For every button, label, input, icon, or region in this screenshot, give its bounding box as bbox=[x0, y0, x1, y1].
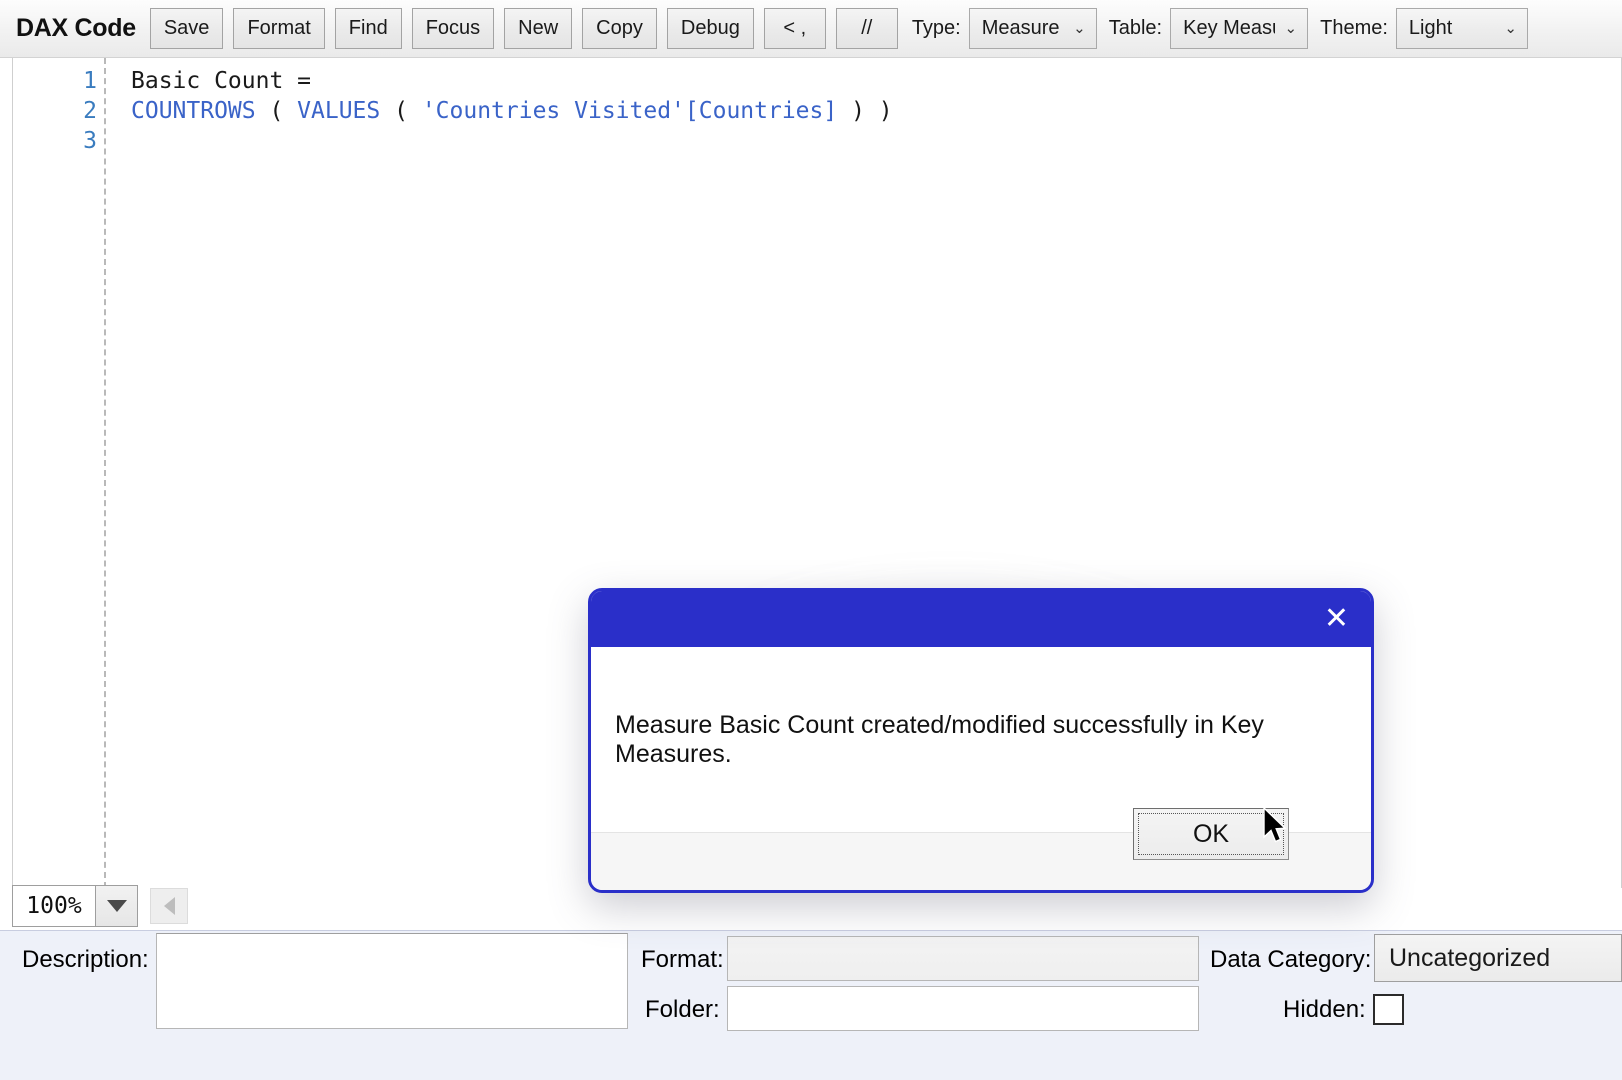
chevron-down-icon: ⌄ bbox=[1504, 20, 1517, 37]
app-title: DAX Code bbox=[16, 14, 136, 42]
type-dropdown[interactable]: Measure ⌄ bbox=[968, 8, 1097, 49]
ok-button-label: OK bbox=[1192, 819, 1230, 848]
theme-dropdown-value: Light bbox=[1408, 17, 1453, 39]
format-input[interactable] bbox=[727, 936, 1199, 981]
table-dropdown[interactable]: Key Measu ⌄ bbox=[1170, 8, 1309, 49]
data-category-dropdown[interactable]: Uncategorized bbox=[1374, 934, 1622, 982]
values-token: VALUES bbox=[297, 98, 381, 124]
ok-button[interactable]: OK bbox=[1133, 808, 1289, 860]
countrows-token: COUNTROWS bbox=[131, 98, 256, 124]
zoom-level-value[interactable]: 100% bbox=[12, 885, 96, 927]
paren-token: ( bbox=[380, 98, 422, 124]
zoom-bar: 100% bbox=[12, 885, 188, 927]
format-button[interactable]: Format bbox=[233, 8, 325, 49]
zoom-dropdown-button[interactable] bbox=[96, 885, 138, 927]
less-comma-button[interactable]: < , bbox=[763, 8, 826, 49]
focus-button[interactable]: Focus bbox=[411, 8, 495, 49]
measure-name-token: Basic Count bbox=[131, 68, 298, 94]
line-number: 3 bbox=[83, 128, 97, 154]
triangle-left-icon bbox=[163, 897, 175, 915]
hidden-label: Hidden: bbox=[1283, 996, 1366, 1023]
chevron-down-icon: ⌄ bbox=[1073, 20, 1086, 37]
paren-token: ( bbox=[255, 98, 298, 124]
save-button[interactable]: Save bbox=[149, 8, 224, 49]
folder-label: Folder: bbox=[645, 996, 720, 1023]
table-dropdown-value: Key Measu bbox=[1183, 17, 1275, 39]
line-number-gutter: 1 2 3 bbox=[13, 66, 97, 156]
code-line-1: Basic Count = bbox=[131, 66, 1617, 96]
gutter-divider bbox=[104, 58, 106, 888]
theme-label: Theme: bbox=[1320, 17, 1388, 39]
folder-input[interactable] bbox=[727, 986, 1199, 1031]
table-label: Table: bbox=[1108, 17, 1163, 39]
dax-editor-window: DAX Code Save Format Find Focus New Copy… bbox=[0, 0, 1622, 1080]
chevron-down-icon: ⌄ bbox=[1284, 20, 1298, 37]
type-dropdown-value: Measure bbox=[981, 17, 1060, 39]
format-label: Format: bbox=[641, 946, 724, 973]
theme-dropdown[interactable]: Light ⌄ bbox=[1395, 8, 1528, 49]
debug-button[interactable]: Debug bbox=[666, 8, 754, 49]
success-dialog: ✕ Measure Basic Count created/modified s… bbox=[588, 588, 1374, 893]
dialog-body: Measure Basic Count created/modified suc… bbox=[591, 647, 1371, 832]
type-label: Type: bbox=[911, 17, 961, 39]
description-input[interactable] bbox=[156, 933, 628, 1029]
hidden-checkbox[interactable] bbox=[1373, 994, 1404, 1025]
line-number: 1 bbox=[83, 68, 97, 94]
column-reference-token: 'Countries Visited'[Countries] bbox=[421, 98, 838, 124]
copy-button[interactable]: Copy bbox=[582, 8, 657, 49]
dialog-message: Measure Basic Count created/modified suc… bbox=[615, 710, 1264, 768]
dialog-title-bar: ✕ bbox=[591, 591, 1371, 647]
description-label: Description: bbox=[22, 946, 149, 973]
line-number: 2 bbox=[83, 98, 97, 124]
triangle-down-icon bbox=[106, 900, 127, 912]
code-text-area[interactable]: Basic Count = COUNTROWS ( VALUES ( 'Count… bbox=[131, 66, 1617, 156]
comment-button[interactable]: // bbox=[835, 8, 898, 49]
paren-token: ) ) bbox=[837, 98, 893, 124]
equals-token: = bbox=[297, 68, 312, 94]
toolbar: DAX Code Save Format Find Focus New Copy… bbox=[0, 0, 1622, 58]
nav-left-button[interactable] bbox=[150, 888, 188, 924]
find-button[interactable]: Find bbox=[334, 8, 402, 49]
new-button[interactable]: New bbox=[504, 8, 573, 49]
close-icon[interactable]: ✕ bbox=[1324, 604, 1349, 634]
data-category-label: Data Category: bbox=[1210, 946, 1372, 973]
code-line-2: COUNTROWS ( VALUES ( 'Countries Visited'… bbox=[131, 96, 1617, 126]
